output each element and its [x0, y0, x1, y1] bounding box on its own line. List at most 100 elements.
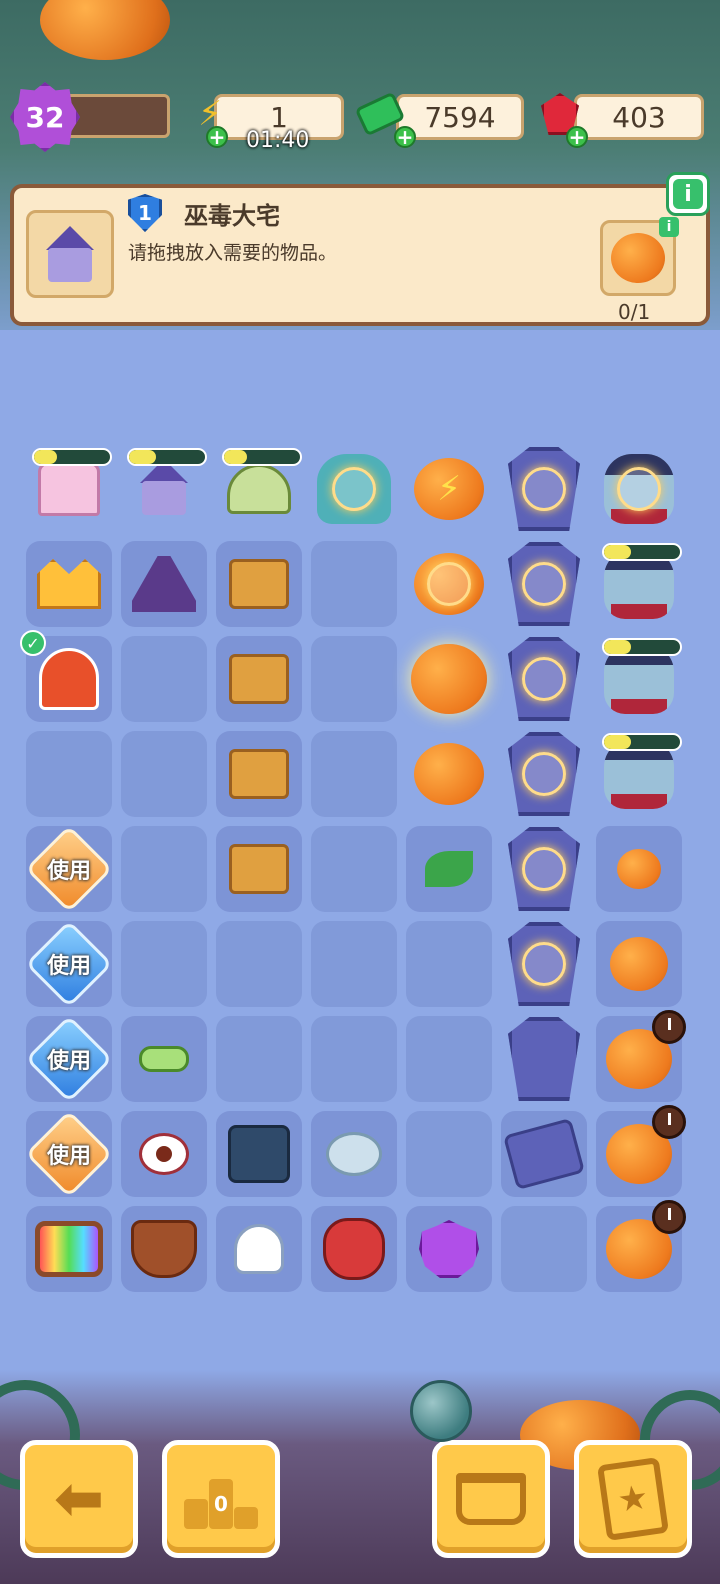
clipboard-star-icon: ★	[597, 1457, 669, 1541]
back-button[interactable]: ⬅	[20, 1440, 138, 1558]
board-cell[interactable]	[121, 1016, 207, 1102]
board-cell[interactable]	[26, 541, 112, 627]
flower-basket-icon	[222, 642, 296, 716]
board-cell[interactable]	[216, 541, 302, 627]
skeleton-pajamas-icon	[228, 1125, 290, 1183]
board-cell[interactable]	[121, 541, 207, 627]
open-coffin[interactable]	[501, 1016, 587, 1102]
coffin-locked[interactable]	[501, 826, 587, 912]
board-cell[interactable]	[406, 921, 492, 1007]
flower-basket-icon	[222, 737, 296, 811]
board-cell[interactable]	[311, 1016, 397, 1102]
board-cell[interactable]	[406, 1111, 492, 1197]
info-icon: i	[673, 179, 703, 209]
required-item-info-icon[interactable]: i	[659, 217, 679, 237]
board-cell[interactable]	[216, 1206, 302, 1292]
board-cell[interactable]	[596, 1105, 686, 1197]
haunted-tree-locked[interactable]	[311, 446, 397, 532]
board-cell[interactable]	[26, 1206, 112, 1292]
board-cell[interactable]	[26, 731, 112, 817]
board-cell[interactable]	[311, 1111, 397, 1197]
board-cell[interactable]	[216, 826, 302, 912]
board-cell[interactable]	[216, 1111, 302, 1197]
lock-ring-icon	[522, 467, 566, 511]
board-cell[interactable]	[596, 826, 682, 912]
cash-value: 7594	[424, 100, 496, 134]
coffin-locked[interactable]	[501, 921, 587, 1007]
board-cell[interactable]	[121, 826, 207, 912]
board-cell[interactable]	[311, 636, 397, 722]
board-cell[interactable]	[406, 826, 492, 912]
board-cell[interactable]: ✓	[20, 630, 112, 722]
coffin-locked[interactable]	[501, 446, 587, 532]
quest-description: 请拖拽放入需要的物品。	[128, 242, 338, 264]
board-cell[interactable]	[406, 1206, 492, 1292]
quest-title: 巫毒大宅	[184, 202, 280, 230]
board-cell[interactable]	[501, 1111, 587, 1197]
board-cell[interactable]	[216, 1016, 302, 1102]
board-cell[interactable]	[311, 1206, 397, 1292]
level-badge[interactable]: 32	[10, 82, 80, 152]
add-gems-button[interactable]: +	[566, 126, 588, 148]
pumpkin-patch-energy[interactable]: ⚡	[406, 446, 492, 532]
merge-board: ⚡ ✓ 使用 使用 使用 使用	[20, 446, 694, 1310]
use-label: 使用	[46, 953, 92, 979]
pumpkin-patch-glowing[interactable]	[406, 636, 492, 722]
eyeball-icon	[139, 1133, 189, 1175]
board-cell[interactable]	[121, 921, 207, 1007]
board-cell[interactable]	[596, 921, 682, 1007]
coffin-locked[interactable]	[501, 731, 587, 817]
coffin-locked[interactable]	[501, 541, 587, 627]
board-cell[interactable]	[121, 1206, 207, 1292]
board-cell[interactable]	[501, 1206, 587, 1292]
pumpkin-patch[interactable]	[406, 731, 492, 817]
board-cell[interactable]	[121, 731, 207, 817]
coffin-locked[interactable]	[501, 636, 587, 722]
ghost-icon	[234, 1224, 284, 1274]
use-label: 使用	[46, 1143, 92, 1169]
board-cell[interactable]	[311, 541, 397, 627]
clock-icon	[652, 1200, 686, 1234]
board-cell[interactable]	[311, 826, 397, 912]
board-cell[interactable]	[311, 921, 397, 1007]
board-cell[interactable]: 使用	[25, 1110, 113, 1198]
board-cell[interactable]	[216, 921, 302, 1007]
add-cash-button[interactable]: +	[394, 126, 416, 148]
required-item-slot[interactable]: i	[600, 217, 679, 296]
board-cell[interactable]	[121, 636, 207, 722]
witch-hat-icon	[127, 547, 201, 621]
shop-button[interactable]	[432, 1440, 550, 1558]
clock-icon	[652, 1010, 686, 1044]
board-cell[interactable]	[216, 731, 302, 817]
board-cell[interactable]	[596, 1200, 686, 1292]
vampire-locked[interactable]	[596, 446, 682, 532]
quest-info-button[interactable]: i	[666, 172, 710, 216]
lock-ring-icon	[522, 942, 566, 986]
basket-icon	[456, 1473, 526, 1525]
pumpkin-patch-locked[interactable]	[406, 541, 492, 627]
quest-level-shield: 1	[128, 194, 162, 232]
use-label: 使用	[46, 858, 92, 884]
board-cell[interactable]	[311, 731, 397, 817]
clock-icon	[652, 1105, 686, 1139]
board-cell[interactable]: 使用	[25, 1015, 113, 1103]
use-token-blue: 使用	[25, 1015, 113, 1103]
board-cell[interactable]	[121, 1111, 207, 1197]
board-cell[interactable]	[216, 636, 302, 722]
leaderboard-button[interactable]: 0	[162, 1440, 280, 1558]
tasks-button[interactable]: ★	[574, 1440, 692, 1558]
purple-house-icon	[132, 459, 196, 519]
add-energy-button[interactable]: +	[206, 126, 228, 148]
board-cell[interactable]: 使用	[25, 825, 113, 913]
board-cell[interactable]: 使用	[25, 920, 113, 1008]
purple-slime-icon	[419, 1220, 479, 1278]
voodoo-mansion-icon[interactable]	[26, 210, 114, 298]
leaderboard-value: 0	[214, 1492, 228, 1516]
gem-counter: 403	[574, 94, 704, 140]
level-value: 32	[25, 100, 65, 134]
board-cell[interactable]	[596, 1010, 686, 1102]
generator-progress	[222, 448, 302, 466]
lock-ring-icon	[332, 467, 376, 511]
board-cell[interactable]	[406, 1016, 492, 1102]
generator-progress	[602, 543, 682, 561]
